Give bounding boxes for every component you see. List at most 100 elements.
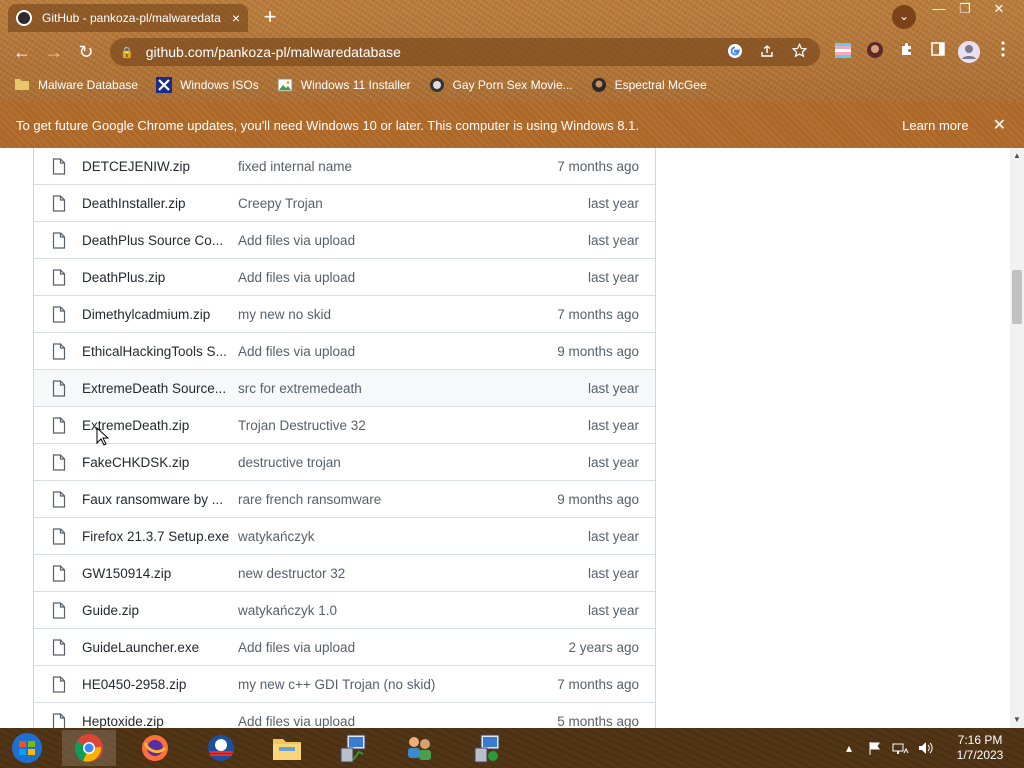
google-lens-icon[interactable] [724,43,746,62]
action-center-flag-icon[interactable] [868,728,882,768]
infobar-close-icon[interactable]: ✕ [993,115,1006,135]
lock-icon[interactable]: 🔒 [120,46,134,59]
file-row[interactable]: Guide.zip watykańczyk 1.0 last year [34,592,655,629]
commit-message-link[interactable]: Add files via upload [238,714,557,729]
file-name-link[interactable]: Firefox 21.3.7 Setup.exe [82,529,238,544]
commit-message-link[interactable]: fixed internal name [238,159,557,174]
bookmark-windows-isos[interactable]: Windows ISOs [156,77,259,93]
bookmark-windows-11-installer[interactable]: Windows 11 Installer [277,77,411,93]
share-icon[interactable] [756,44,778,61]
file-name-link[interactable]: Faux ransomware by ... [82,492,238,507]
file-name-link[interactable]: Guide.zip [82,603,238,618]
file-row[interactable]: DeathPlus Source Co... Add files via uplo… [34,222,655,259]
file-row[interactable]: HE0450-2958.zip my new c++ GDI Trojan (no… [34,666,655,703]
volume-icon[interactable] [918,728,934,768]
file-icon [52,453,66,471]
commit-message-link[interactable]: Add files via upload [238,344,557,359]
file-name-link[interactable]: HE0450-2958.zip [82,677,238,692]
scroll-up-icon[interactable]: ▲ [1010,150,1024,162]
extensions-puzzle-icon[interactable] [896,41,918,63]
start-orb-icon[interactable] [0,730,54,766]
profile-avatar-icon[interactable] [958,41,980,63]
new-tab-button[interactable]: + [258,4,282,30]
obama-logo-icon[interactable] [194,730,248,766]
tab-search-button[interactable]: ⌄ [892,5,916,29]
commit-message-link[interactable]: Add files via upload [238,270,588,285]
computer-setup-icon[interactable] [460,730,514,766]
file-row[interactable]: DETCEJENIW.zip fixed internal name 7 month… [34,148,655,185]
file-row[interactable]: GW150914.zip new destructor 32 last year [34,555,655,592]
file-row[interactable]: ExtremeDeath Source... src for extremedea… [34,370,655,407]
commit-message-link[interactable]: src for extremedeath [238,381,588,396]
scrollbar-thumb[interactable] [1012,270,1022,324]
bookmark-site[interactable]: Gay Porn Sex Movie... [429,77,573,93]
file-name-link[interactable]: DeathInstaller.zip [82,196,238,211]
file-name-link[interactable]: GW150914.zip [82,566,238,581]
window-close-button[interactable]: ✕ [984,0,1014,18]
file-row[interactable]: Firefox 21.3.7 Setup.exe watykańczyk last … [34,518,655,555]
file-name-link[interactable]: EthicalHackingTools S... [82,344,238,359]
file-row[interactable]: Faux ransomware by ... rare french ransom… [34,481,655,518]
file-row[interactable]: ExtremeDeath.zip Trojan Destructive 32 las… [34,407,655,444]
commit-message-link[interactable]: rare french ransomware [238,492,557,507]
commit-message-link[interactable]: Add files via upload [238,233,588,248]
file-name-link[interactable]: ExtremeDeath Source... [82,381,238,396]
file-icon [52,194,66,212]
bookmark-label: Windows 11 Installer [300,78,411,92]
chrome-menu-icon[interactable] [992,41,1014,63]
file-icon [52,601,66,619]
page-scrollbar[interactable]: ▲ ▼ [1010,148,1024,728]
forward-button[interactable]: → [42,40,66,64]
address-url[interactable]: github.com/pankoza-pl/malwaredatabase [146,44,714,60]
file-row[interactable]: Heptoxide.zip Add files via upload 5 month… [34,703,655,728]
file-name-link[interactable]: FakeCHKDSK.zip [82,455,238,470]
commit-message-link[interactable]: watykańczyk [238,529,588,544]
extension-avatar-icon[interactable] [864,41,886,63]
commit-message-link[interactable]: watykańczyk 1.0 [238,603,588,618]
file-name-link[interactable]: GuideLauncher.exe [82,640,238,655]
minimize-button[interactable]: — [926,0,952,18]
taskbar-clock[interactable]: 7:16 PM 1/7/2023 [944,733,1016,763]
commit-age: last year [587,195,639,211]
file-row[interactable]: DeathInstaller.zip Creepy Trojan last year [34,185,655,222]
network-icon[interactable] [892,728,910,768]
file-name-link[interactable]: DeathPlus.zip [82,270,238,285]
commit-age: last year [587,232,639,248]
bookmark-espectral-mcgee[interactable]: Espectral McGee [591,77,707,93]
learn-more-link[interactable]: Learn more [902,118,968,133]
browser-tab[interactable]: GitHub - pankoza-pl/malwaredata × [8,4,248,32]
file-row[interactable]: DeathPlus.zip Add files via upload last ye… [34,259,655,296]
computer-setup-icon[interactable] [326,730,380,766]
file-name-link[interactable]: DeathPlus Source Co... [82,233,238,248]
commit-message-link[interactable]: Add files via upload [238,640,568,655]
commit-message-link[interactable]: destructive trojan [238,455,588,470]
tab-close-icon[interactable]: × [232,10,240,26]
reload-button[interactable]: ↻ [74,40,98,64]
commit-message-link[interactable]: Trojan Destructive 32 [238,418,588,433]
restore-button[interactable]: ❐ [952,0,978,18]
file-row[interactable]: EthicalHackingTools S... Add files via up… [34,333,655,370]
scroll-down-icon[interactable]: ▼ [1010,714,1024,726]
side-panel-icon[interactable] [927,41,949,63]
file-name-link[interactable]: Dimethylcadmium.zip [82,307,238,322]
file-name-link[interactable]: Heptoxide.zip [82,714,238,729]
commit-message-link[interactable]: Creepy Trojan [238,196,588,211]
show-hidden-icons[interactable]: ▴ [846,728,852,768]
chrome-icon[interactable] [62,730,116,766]
bookmark-label: Malware Database [38,78,139,92]
network-people-icon[interactable] [392,730,446,766]
commit-message-link[interactable]: new destructor 32 [238,566,588,581]
bookmark-star-icon[interactable] [788,42,810,61]
back-button[interactable]: ← [10,40,34,64]
bookmark-malware-database[interactable]: Malware Database [14,77,138,93]
address-bar[interactable]: 🔒 github.com/pankoza-pl/malwaredatabase [110,38,820,66]
commit-message-link[interactable]: my new no skid [238,307,557,322]
file-row[interactable]: Dimethylcadmium.zip my new no skid 7 month… [34,296,655,333]
file-explorer-icon[interactable] [260,730,314,766]
file-name-link[interactable]: DETCEJENIW.zip [82,159,238,174]
file-row[interactable]: GuideLauncher.exe Add files via upload 2 y… [34,629,655,666]
commit-message-link[interactable]: my new c++ GDI Trojan (no skid) [238,677,557,692]
extension-flag-icon[interactable] [832,41,854,63]
file-row[interactable]: FakeCHKDSK.zip destructive trojan last yea… [34,444,655,481]
firefox-icon[interactable] [128,730,182,766]
